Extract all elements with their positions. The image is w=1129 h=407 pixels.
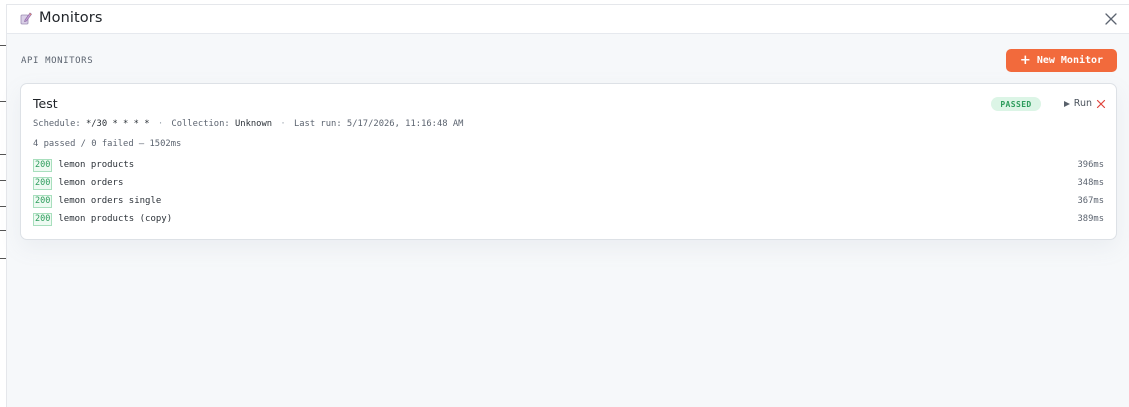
monitor-meta: Schedule: */30 * * * * · Collection: Unk…	[33, 119, 463, 129]
run-summary: 4 passed / 0 failed — 1502ms	[33, 139, 182, 149]
run-button[interactable]: Run	[1063, 98, 1092, 109]
last-run-value: 5/17/2026, 11:16:48 AM	[346, 119, 464, 129]
request-name: lemon products	[58, 160, 135, 170]
response-time: 367ms	[1077, 196, 1104, 206]
section-label: API MONITORS	[21, 56, 94, 66]
result-row: 200 lemon products (copy) 389ms	[33, 210, 1104, 228]
new-monitor-button[interactable]: + New Monitor	[1006, 49, 1117, 72]
response-time: 348ms	[1077, 178, 1104, 188]
meta-separator: ·	[280, 119, 286, 129]
monitor-card: Test PASSED Run Schedule: */30 * * * * ·…	[20, 83, 1117, 240]
new-monitor-label: New Monitor	[1036, 55, 1104, 66]
request-name: lemon products (copy)	[58, 214, 173, 224]
monitors-panel: Monitors API MONITORS + New Monitor Test…	[6, 4, 1129, 407]
result-row: 200 lemon orders single 367ms	[33, 192, 1104, 210]
schedule-label: Schedule:	[33, 119, 81, 129]
response-time: 389ms	[1077, 214, 1104, 224]
run-label: Run	[1073, 98, 1092, 109]
status-code-badge: 200	[33, 176, 53, 190]
panel-header: Monitors	[7, 5, 1129, 34]
delete-icon[interactable]	[1096, 99, 1106, 109]
monitor-title: Test	[33, 96, 58, 111]
collection-value: Unknown	[234, 119, 273, 129]
page-title: Monitors	[39, 10, 103, 26]
status-code-badge: 200	[33, 194, 53, 208]
request-name: lemon orders	[58, 178, 124, 188]
collection-label: Collection:	[171, 119, 230, 129]
request-name: lemon orders single	[58, 196, 162, 206]
close-icon[interactable]	[1103, 11, 1119, 27]
response-time: 396ms	[1077, 160, 1104, 170]
monitor-pen-icon	[20, 12, 32, 25]
schedule-value: */30 * * * *	[85, 119, 150, 129]
result-list: 200 lemon products 396ms 200 lemon order…	[33, 156, 1104, 228]
play-icon	[1063, 100, 1070, 107]
meta-separator: ·	[157, 119, 164, 129]
status-badge: PASSED	[991, 97, 1041, 111]
monitors-page: Monitors API MONITORS + New Monitor Test…	[0, 0, 1129, 407]
status-code-badge: 200	[33, 158, 53, 172]
status-code-badge: 200	[33, 212, 53, 226]
result-row: 200 lemon orders 348ms	[33, 174, 1104, 192]
result-row: 200 lemon products 396ms	[33, 156, 1104, 174]
last-run-label: Last run:	[293, 119, 342, 129]
plus-icon: +	[1019, 53, 1031, 68]
